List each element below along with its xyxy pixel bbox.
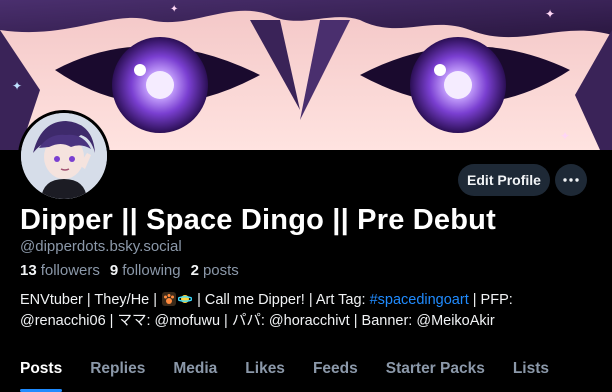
tab-likes[interactable]: Likes [245,352,285,392]
svg-text:✦: ✦ [560,129,570,143]
avatar-image [21,113,107,199]
tab-media[interactable]: Media [173,352,217,392]
bio-text-2: | Call me Dipper! | Art Tag: [193,292,370,308]
bio-text-3: | PFP: [468,292,513,308]
posts-stat: 2 posts [191,262,239,279]
tab-lists[interactable]: Lists [513,352,549,392]
svg-text:✦: ✦ [545,7,555,21]
planet-emoji-icon [177,292,193,306]
profile-bio: ENVtuber | They/He | | Call me Dipper! |… [20,290,605,332]
profile-stats: 13 followers 9 following 2 posts [20,262,239,279]
ellipsis-icon [563,178,579,182]
following-label: following [122,262,181,279]
posts-count: 2 [190,262,199,279]
paw-emoji-icon [162,292,177,306]
tab-feeds[interactable]: Feeds [313,352,358,392]
tab-posts[interactable]: Posts [20,352,63,392]
following-count: 9 [109,262,119,279]
more-options-button[interactable] [555,164,587,196]
tab-starter-packs[interactable]: Starter Packs [386,352,485,392]
art-tag-link[interactable]: #spacedingoart [370,292,469,308]
tab-replies[interactable]: Replies [90,352,145,392]
profile-tabs: Posts Replies Media Likes Feeds Starter … [0,352,612,392]
following-link[interactable]: 9 following [110,262,181,279]
posts-label: posts [202,262,239,279]
edit-profile-button[interactable]: Edit Profile [458,164,550,196]
display-name: Dipper || Space Dingo || Pre Debut [20,204,496,236]
bio-credits: @renacchi06 | ママ: @mofuwu | パパ: @horacch… [20,313,495,329]
followers-link[interactable]: 13 followers [20,262,100,279]
profile-avatar[interactable] [18,110,110,202]
followers-count: 13 [20,262,37,279]
bio-text-1: ENVtuber | They/He | [20,292,162,308]
followers-label: followers [40,262,100,279]
svg-text:✦: ✦ [12,79,22,93]
profile-handle: @dipperdots.bsky.social [20,238,182,255]
svg-text:✦: ✦ [170,4,178,15]
